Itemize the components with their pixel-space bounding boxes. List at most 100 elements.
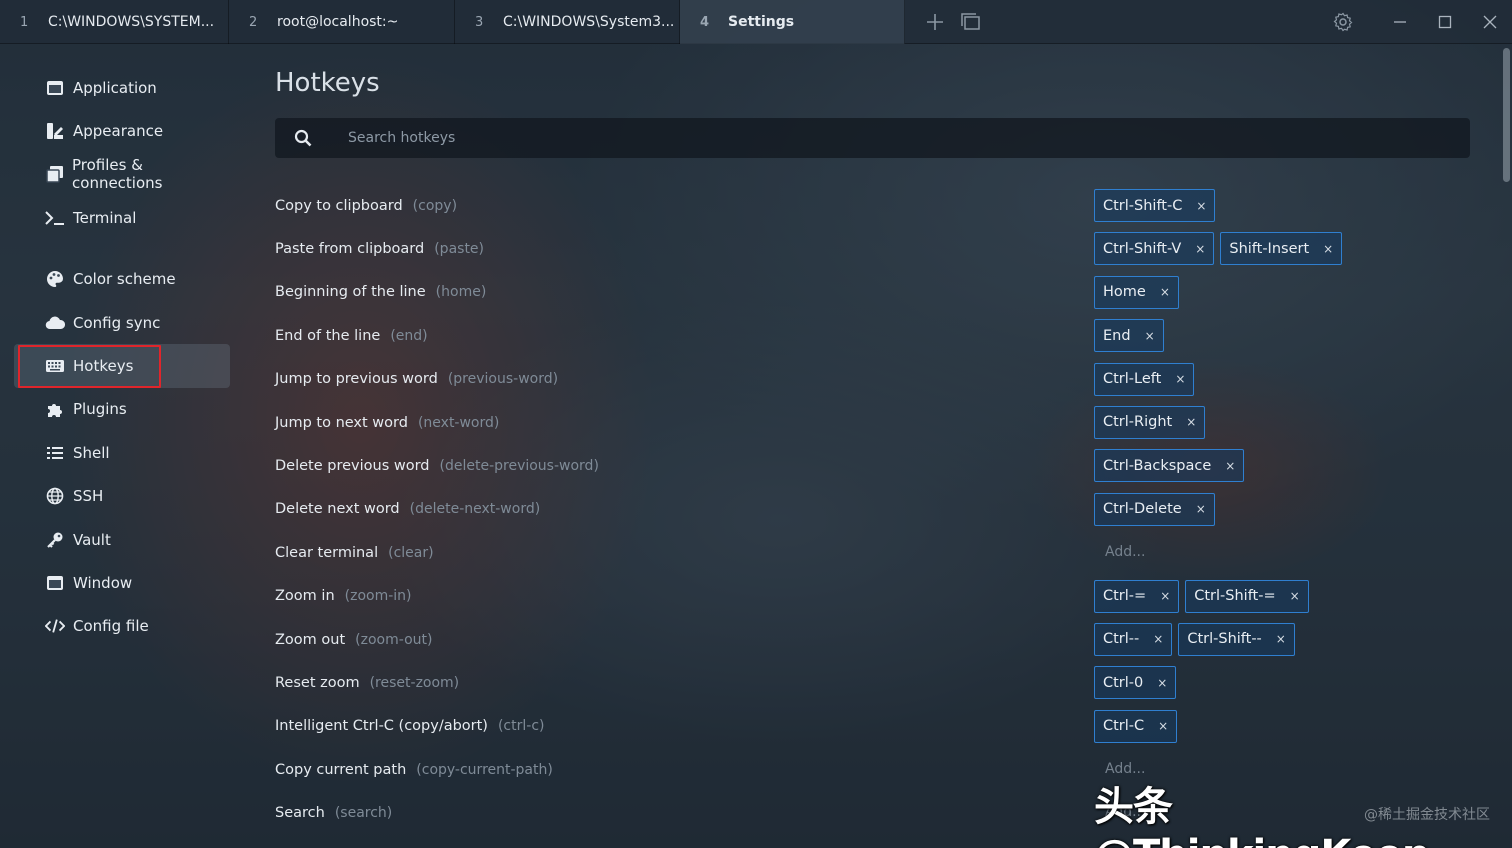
remove-hotkey-icon[interactable]: × <box>1195 242 1205 256</box>
tab-2[interactable]: 2 root@localhost:~ <box>229 0 455 44</box>
hotkey-id: (next-word) <box>417 414 500 431</box>
hotkey-bindings: Ctrl-Backspace × <box>1094 449 1245 483</box>
hotkey-chip-label: Ctrl-= <box>1103 588 1147 605</box>
remove-hotkey-icon[interactable]: × <box>1196 502 1206 516</box>
sidebar-item-label: Color scheme <box>73 270 176 289</box>
hotkey-name: Jump to next word <box>275 414 408 431</box>
sidebar-item-appearance[interactable]: Appearance <box>14 109 230 152</box>
hotkey-id: (previous-word) <box>447 371 559 388</box>
remove-hotkey-icon[interactable]: × <box>1158 719 1168 733</box>
keyboard-icon <box>45 356 65 376</box>
hotkey-bindings: Home × <box>1094 275 1179 309</box>
palette-icon <box>45 269 65 289</box>
sidebar-item-vault[interactable]: Vault <box>14 518 230 561</box>
hotkey-chip[interactable]: Ctrl-Left × <box>1094 362 1195 396</box>
close-button[interactable] <box>1467 0 1512 44</box>
maximize-button[interactable] <box>1422 0 1467 44</box>
gear-icon <box>1333 12 1352 32</box>
sidebar-item-color-scheme[interactable]: Color scheme <box>14 258 230 301</box>
remove-hotkey-icon[interactable]: × <box>1186 415 1196 429</box>
hotkey-chip-label: Ctrl-Right <box>1103 414 1173 431</box>
remove-hotkey-icon[interactable]: × <box>1157 676 1167 690</box>
sidebar-item-config-sync[interactable]: Config sync <box>14 301 230 344</box>
sidebar-item-hotkeys[interactable]: Hotkeys <box>14 344 230 389</box>
sidebar-item-profiles[interactable]: Profiles & connections <box>14 153 230 196</box>
hotkey-row: Jump to next word (next-word) Ctrl-Right × <box>275 401 1475 444</box>
hotkey-row: Clear terminal (clear) Add... <box>275 531 1475 574</box>
hotkey-chip[interactable]: Ctrl-Shift-= × <box>1185 579 1309 613</box>
remove-hotkey-icon[interactable]: × <box>1145 329 1155 343</box>
hotkey-row: Jump to previous word (previous-word) Ctrl… <box>275 358 1475 401</box>
scrollbar[interactable] <box>1500 44 1512 848</box>
tab-settings[interactable]: 4 Settings <box>680 0 905 44</box>
hotkey-chip[interactable]: Ctrl-Shift-V × <box>1094 232 1215 266</box>
cloud-icon <box>45 313 65 333</box>
hotkey-name: Jump to previous word <box>275 371 438 388</box>
hotkey-name: Search <box>275 805 325 822</box>
hotkey-chip-label: Ctrl-Left <box>1103 371 1162 388</box>
remove-hotkey-icon[interactable]: × <box>1160 285 1170 299</box>
sidebar-item-plugins[interactable]: Plugins <box>14 388 230 431</box>
remove-hotkey-icon[interactable]: × <box>1323 242 1333 256</box>
maximize-icon <box>1438 15 1451 29</box>
hotkey-chip[interactable]: End × <box>1094 319 1164 353</box>
hotkey-chip[interactable]: Ctrl-Right × <box>1094 405 1206 439</box>
remove-hotkey-icon[interactable]: × <box>1160 589 1170 603</box>
search-input[interactable] <box>348 130 1348 146</box>
hotkey-bindings: Ctrl-Shift-V × Shift-Insert × <box>1094 232 1343 266</box>
hotkey-bindings: Ctrl-Shift-C × <box>1094 189 1216 222</box>
hotkey-name: End of the line <box>275 327 381 344</box>
hotkey-chip[interactable]: Home × <box>1094 275 1179 309</box>
hotkey-name: Intelligent Ctrl-C (copy/abort) <box>275 718 488 735</box>
sidebar-item-shell[interactable]: Shell <box>14 431 230 474</box>
sidebar-item-label: Window <box>73 573 133 592</box>
remove-hotkey-icon[interactable]: × <box>1225 459 1235 473</box>
tab-3[interactable]: 3 C:\WINDOWS\System3... <box>455 0 680 44</box>
remove-hotkey-icon[interactable]: × <box>1276 632 1286 646</box>
sidebar-item-window[interactable]: Window <box>14 561 230 604</box>
scrollbar-thumb[interactable] <box>1503 48 1510 182</box>
sidebar-item-application[interactable]: Application <box>14 66 230 109</box>
sidebar-item-label: Appearance <box>73 122 164 141</box>
hotkey-id: (zoom-out) <box>355 631 433 648</box>
hotkey-chip[interactable]: Ctrl-0 × <box>1094 666 1177 700</box>
tab-bar: 1 C:\WINDOWS\SYSTEM... 2 root@localhost:… <box>0 0 1512 44</box>
settings-button[interactable] <box>1320 0 1365 44</box>
sidebar-item-ssh[interactable]: SSH <box>14 475 230 518</box>
hotkey-id: (search) <box>334 805 393 822</box>
remove-hotkey-icon[interactable]: × <box>1175 372 1185 386</box>
sidebar-item-label: Application <box>73 78 157 97</box>
tab-1[interactable]: 1 C:\WINDOWS\SYSTEM... <box>0 0 229 44</box>
add-hotkey-button[interactable]: Add... <box>1105 544 1145 560</box>
hotkey-row: Intelligent Ctrl-C (copy/abort) (ctrl-c) C… <box>275 705 1475 748</box>
hotkey-chip[interactable]: Shift-Insert × <box>1220 232 1343 266</box>
profiles-button[interactable] <box>953 4 989 40</box>
sidebar-item-label: Vault <box>73 530 111 549</box>
hotkey-bindings: End × <box>1094 319 1164 353</box>
tab-label: C:\WINDOWS\System3... <box>503 14 675 30</box>
hotkey-chip[interactable]: Ctrl-Shift-- × <box>1178 622 1295 656</box>
hotkey-name: Copy current path <box>275 761 407 778</box>
hotkey-name: Delete previous word <box>275 458 430 475</box>
sidebar-item-terminal[interactable]: Terminal <box>14 196 230 239</box>
minimize-button[interactable] <box>1377 0 1422 44</box>
sidebar-item-config-file[interactable]: Config file <box>14 605 230 648</box>
watermark-sub: @稀土掘金技术社区 <box>1364 807 1490 823</box>
hotkey-chip[interactable]: Ctrl-C × <box>1094 709 1178 743</box>
window-icon <box>45 78 65 98</box>
hotkey-chip[interactable]: Ctrl-Shift-C × <box>1094 189 1216 222</box>
hotkey-chip-label: Ctrl-Delete <box>1103 501 1182 518</box>
hotkey-chip[interactable]: Ctrl-Backspace × <box>1094 449 1245 483</box>
hotkey-row: Zoom out (zoom-out) Ctrl-- × Ctrl-Shift-- × <box>275 618 1475 661</box>
tab-label: Settings <box>728 14 795 30</box>
settings-sidebar: Application Appearance Profiles & connec… <box>0 44 245 848</box>
new-tab-button[interactable] <box>917 4 953 40</box>
hotkey-row: Zoom in (zoom-in) Ctrl-= × Ctrl-Shift-= × <box>275 575 1475 618</box>
remove-hotkey-icon[interactable]: × <box>1290 589 1300 603</box>
hotkey-chip[interactable]: Ctrl-= × <box>1094 579 1180 613</box>
remove-hotkey-icon[interactable]: × <box>1153 632 1163 646</box>
hotkey-bindings: Ctrl-= × Ctrl-Shift-= × <box>1094 579 1309 613</box>
hotkey-chip[interactable]: Ctrl-- × <box>1094 622 1173 656</box>
hotkey-chip[interactable]: Ctrl-Delete × <box>1094 492 1215 526</box>
remove-hotkey-icon[interactable]: × <box>1196 199 1206 213</box>
